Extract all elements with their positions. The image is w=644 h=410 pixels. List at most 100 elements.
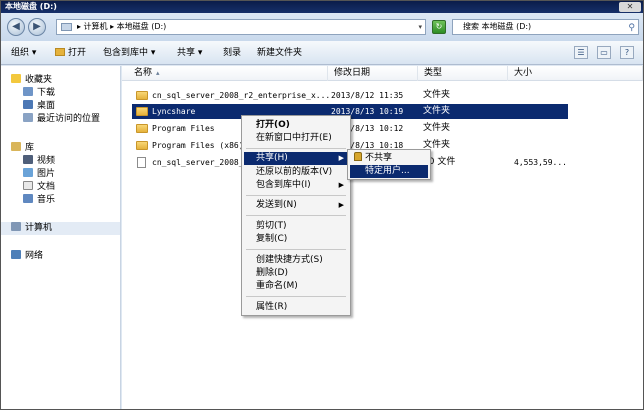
menu-separator: [246, 249, 346, 250]
sidebar-label: 计算机: [25, 223, 53, 233]
forward-button[interactable]: ▶: [28, 18, 46, 36]
column-name-label: 名称: [134, 68, 153, 78]
open-button[interactable]: 打开: [55, 47, 86, 59]
explorer-window: 本地磁盘 (D:) ✕ ◀ ▶ ▸ 计算机 ▸ 本地磁盘 (D:) ▾ ↻ 搜索…: [0, 0, 644, 410]
view-options-icon[interactable]: ☰: [574, 46, 588, 59]
menu-separator: [246, 148, 346, 149]
help-icon[interactable]: ?: [620, 46, 634, 59]
chevron-right-icon: ▶: [338, 181, 344, 189]
computer-icon: [61, 23, 72, 31]
sidebar-item-documents[interactable]: 文档: [23, 181, 55, 194]
submenu-item-specific-users[interactable]: 特定用户...: [350, 165, 428, 178]
menu-item-open[interactable]: 打开(O): [244, 119, 348, 132]
file-type: 文件夹: [423, 90, 451, 100]
column-header-row: 名称 ▴ 修改日期 类型 大小: [122, 66, 643, 81]
file-type: 文件夹: [423, 106, 451, 116]
open-label: 打开: [68, 48, 87, 58]
file-name: Program Files: [152, 124, 215, 133]
navigation-pane: 收藏夹 下载 桌面 最近访问的位置 库 视频 图片 文档 音乐 计算机 网络: [1, 66, 121, 409]
file-row[interactable]: cn_sql_server_2008_r2_enterprise_x... 201…: [132, 88, 568, 103]
menu-item-share[interactable]: 共享(H) ▶: [244, 152, 348, 165]
recent-places-icon: [23, 113, 33, 122]
menu-item-rename[interactable]: 重命名(M): [244, 280, 348, 293]
file-type: 文件夹: [423, 123, 451, 133]
menu-item-include[interactable]: 包含到库中(I) ▶: [244, 179, 348, 192]
sidebar-item-pictures[interactable]: 图片: [23, 168, 55, 181]
new-folder-button[interactable]: 新建文件夹: [257, 47, 302, 59]
back-button[interactable]: ◀: [7, 18, 25, 36]
document-icon: [23, 181, 33, 190]
sidebar-label: 收藏夹: [25, 75, 53, 85]
submenu-label: 不共享: [365, 153, 393, 163]
file-name: cn_sql_server_2008_r: [152, 158, 249, 167]
file-list-pane: 名称 ▴ 修改日期 类型 大小 cn_sql_server_2008_r2_ent…: [122, 66, 643, 409]
sidebar-label: 网络: [25, 251, 44, 261]
chevron-down-icon[interactable]: ▾: [418, 20, 422, 34]
menu-item-send-to[interactable]: 发送到(N) ▶: [244, 199, 348, 212]
folder-icon: [136, 141, 148, 150]
sidebar-item-recent[interactable]: 最近访问的位置: [23, 113, 100, 126]
address-path: ▸ 计算机 ▸ 本地磁盘 (D:): [77, 22, 167, 31]
search-input[interactable]: 搜索 本地磁盘 (D:) ⚲: [452, 19, 639, 35]
sidebar-item-network[interactable]: 网络: [11, 250, 43, 263]
organize-button[interactable]: 组织 ▾: [11, 47, 36, 59]
window-title: 本地磁盘 (D:): [5, 2, 57, 11]
burn-button[interactable]: 刻录: [223, 47, 241, 59]
sort-arrow-icon: ▴: [156, 69, 160, 77]
menu-item-cut[interactable]: 剪切(T): [244, 220, 348, 233]
column-name[interactable]: 名称 ▴: [122, 66, 328, 81]
computer-icon: [11, 222, 21, 231]
menu-item-label: 包含到库中(I): [256, 180, 311, 190]
sidebar-item-videos[interactable]: 视频: [23, 155, 55, 168]
share-button[interactable]: 共享 ▾: [177, 47, 202, 59]
menu-item-label: 发送到(N): [256, 200, 297, 210]
preview-pane-icon[interactable]: ▭: [597, 46, 611, 59]
title-bar: 本地磁盘 (D:) ✕: [1, 1, 643, 13]
sidebar-item-library[interactable]: 库: [11, 142, 34, 155]
chevron-right-icon: ▶: [338, 201, 344, 209]
menu-item-properties[interactable]: 属性(R): [244, 301, 348, 314]
chevron-right-icon: ▶: [338, 154, 344, 162]
menu-item-delete[interactable]: 删除(D): [244, 267, 348, 280]
menu-item-copy[interactable]: 复制(C): [244, 233, 348, 246]
lock-icon: [354, 152, 362, 161]
folder-icon: [136, 107, 148, 116]
sidebar-label: 下载: [37, 88, 56, 98]
video-icon: [23, 155, 33, 164]
column-date[interactable]: 修改日期: [328, 66, 418, 81]
file-icon: [137, 157, 146, 168]
sidebar-item-downloads[interactable]: 下载: [23, 87, 55, 100]
folder-icon: [136, 124, 148, 133]
refresh-button[interactable]: ↻: [432, 20, 446, 34]
sidebar-item-music[interactable]: 音乐: [23, 194, 55, 207]
sidebar-item-favorites[interactable]: 收藏夹: [11, 74, 52, 87]
close-button[interactable]: ✕: [619, 2, 641, 12]
desktop-icon: [23, 100, 33, 109]
sidebar-label: 文档: [37, 182, 56, 192]
menu-item-create-shortcut[interactable]: 创建快捷方式(S): [244, 254, 348, 267]
menu-item-restore[interactable]: 还原以前的版本(V): [244, 166, 348, 179]
menu-item-label: 共享(H): [256, 153, 288, 163]
share-submenu: 不共享 特定用户...: [347, 149, 431, 180]
music-icon: [23, 194, 33, 203]
file-size: 4,553,59...: [514, 158, 567, 167]
sidebar-label: 音乐: [37, 195, 56, 205]
sidebar-label: 图片: [37, 169, 56, 179]
star-icon: [11, 74, 21, 83]
menu-item-open-new-window[interactable]: 在新窗口中打开(E): [244, 132, 348, 145]
file-date: 2013/8/12 11:35: [331, 91, 404, 100]
search-icon[interactable]: ⚲: [628, 21, 635, 35]
address-bar[interactable]: ▸ 计算机 ▸ 本地磁盘 (D:) ▾: [56, 19, 426, 35]
library-icon: [11, 142, 21, 151]
column-type[interactable]: 类型: [418, 66, 508, 81]
sidebar-item-desktop[interactable]: 桌面: [23, 100, 55, 113]
folder-icon: [55, 48, 65, 56]
include-library-button[interactable]: 包含到库中 ▾: [103, 47, 155, 59]
picture-icon: [23, 168, 33, 177]
address-row: ◀ ▶ ▸ 计算机 ▸ 本地磁盘 (D:) ▾ ↻ 搜索 本地磁盘 (D:) ⚲: [1, 13, 643, 41]
network-icon: [11, 250, 21, 259]
column-size[interactable]: 大小: [508, 66, 643, 81]
submenu-item-nobody[interactable]: 不共享: [350, 152, 428, 165]
sidebar-item-computer[interactable]: 计算机: [1, 222, 120, 235]
download-icon: [23, 87, 33, 96]
